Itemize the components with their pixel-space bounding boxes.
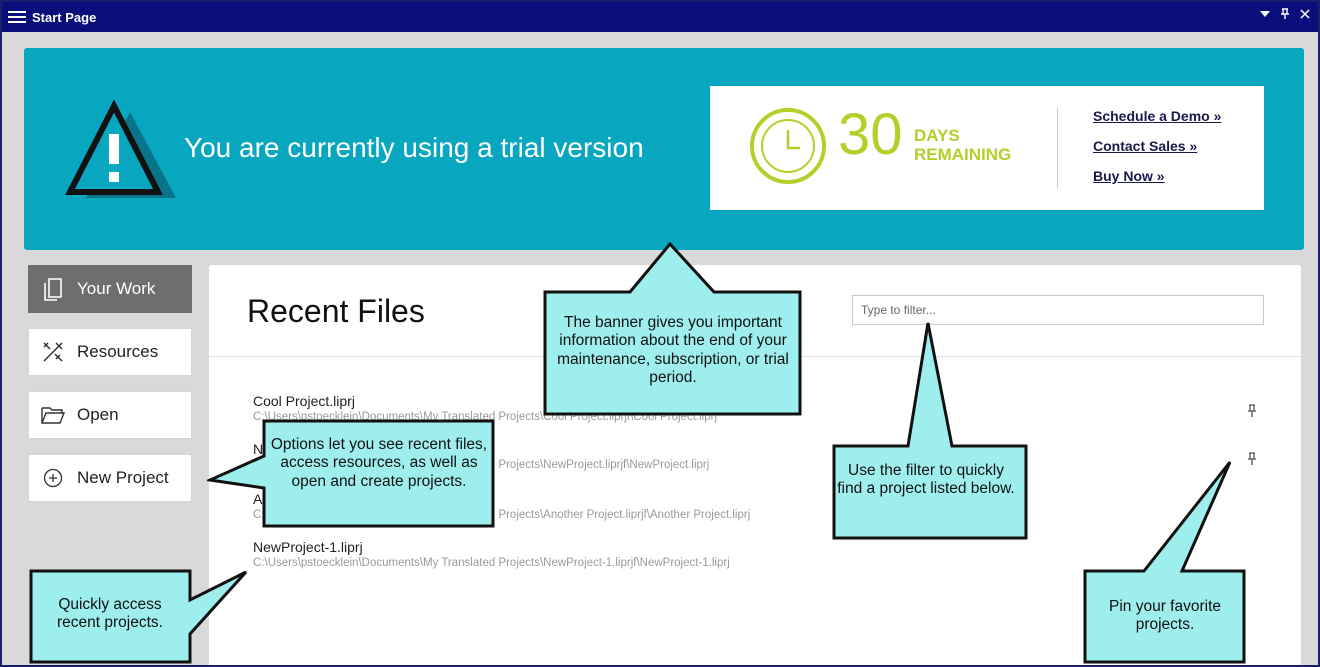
clock-icon	[750, 108, 826, 184]
new-project-label: New Project	[77, 468, 169, 487]
pin-icon[interactable]	[1247, 404, 1257, 418]
pin-icon[interactable]	[1247, 452, 1257, 466]
filter-callout-text: Use the filter to quickly find a project…	[837, 462, 1015, 498]
your-work-button[interactable]: Your Work	[28, 265, 192, 313]
options-callout-text: Options let you see recent files, access…	[270, 436, 488, 490]
file-name: A	[253, 491, 263, 507]
contact-sales-link[interactable]: Contact Sales »	[1093, 138, 1221, 154]
close-icon[interactable]	[1300, 9, 1310, 19]
open-label: Open	[77, 405, 119, 424]
days-remaining-panel: 30 DAYS REMAINING Schedule a Demo » Cont…	[710, 86, 1264, 210]
your-work-label: Your Work	[77, 279, 156, 298]
list-item[interactable]: Cool Project.liprj C:\Users\pstoecklein\…	[253, 393, 717, 423]
open-button[interactable]: Open	[28, 391, 192, 439]
days-label-line2: REMAINING	[914, 144, 1012, 164]
file-path: C:\Users\pstoecklein\Documents\My Transl…	[253, 411, 717, 423]
trial-banner: You are currently using a trial version …	[24, 48, 1304, 250]
hamburger-menu-icon[interactable]	[8, 10, 26, 24]
filter-input[interactable]	[852, 295, 1264, 325]
resources-label: Resources	[77, 342, 159, 361]
document-icon	[41, 277, 65, 301]
list-item[interactable]: A C:\Users\pstoecklein\Documents\My Tran…	[253, 491, 750, 521]
tools-icon	[41, 340, 65, 364]
file-path: C:\Users\pstoecklein\Documents\My Transl…	[253, 557, 730, 569]
file-path: C:\Users\pstoecklein\Documents\My Transl…	[253, 509, 751, 521]
dropdown-icon[interactable]	[1260, 10, 1270, 18]
page-title: Recent Files	[247, 293, 425, 329]
pin-window-icon[interactable]	[1280, 8, 1290, 20]
buy-now-link[interactable]: Buy Now »	[1093, 168, 1221, 184]
days-remaining-count: 30	[838, 102, 903, 167]
banner-callout-text: The banner gives you important informati…	[557, 314, 789, 386]
trial-message: You are currently using a trial version	[184, 132, 644, 163]
days-remaining-label: DAYS REMAINING	[914, 126, 1012, 164]
window-controls	[1260, 8, 1310, 20]
window-title: Start Page	[32, 9, 97, 25]
resources-button[interactable]: Resources	[28, 328, 192, 376]
list-item[interactable]: NewProject-1.liprj C:\Users\pstoecklein\…	[253, 539, 730, 569]
plus-circle-icon	[41, 466, 65, 490]
file-name: Cool Project.liprj	[253, 393, 355, 409]
schedule-demo-link[interactable]: Schedule a Demo »	[1093, 108, 1221, 124]
trial-links: Schedule a Demo » Contact Sales » Buy No…	[1093, 108, 1221, 184]
new-project-button[interactable]: New Project	[28, 454, 192, 502]
start-page-window: Start Page You are currently using a tri…	[0, 0, 1320, 667]
pin-callout-text: Pin your favorite projects.	[1109, 598, 1221, 634]
panel-divider	[1057, 108, 1058, 188]
days-label-line1: DAYS	[914, 126, 960, 145]
folder-icon	[41, 403, 65, 427]
file-name: NewProject-1.liprj	[253, 539, 363, 555]
warning-triangle-icon	[65, 100, 176, 198]
recent-callout-text: Quickly access recent projects.	[57, 596, 163, 632]
title-bar: Start Page	[2, 2, 1318, 32]
